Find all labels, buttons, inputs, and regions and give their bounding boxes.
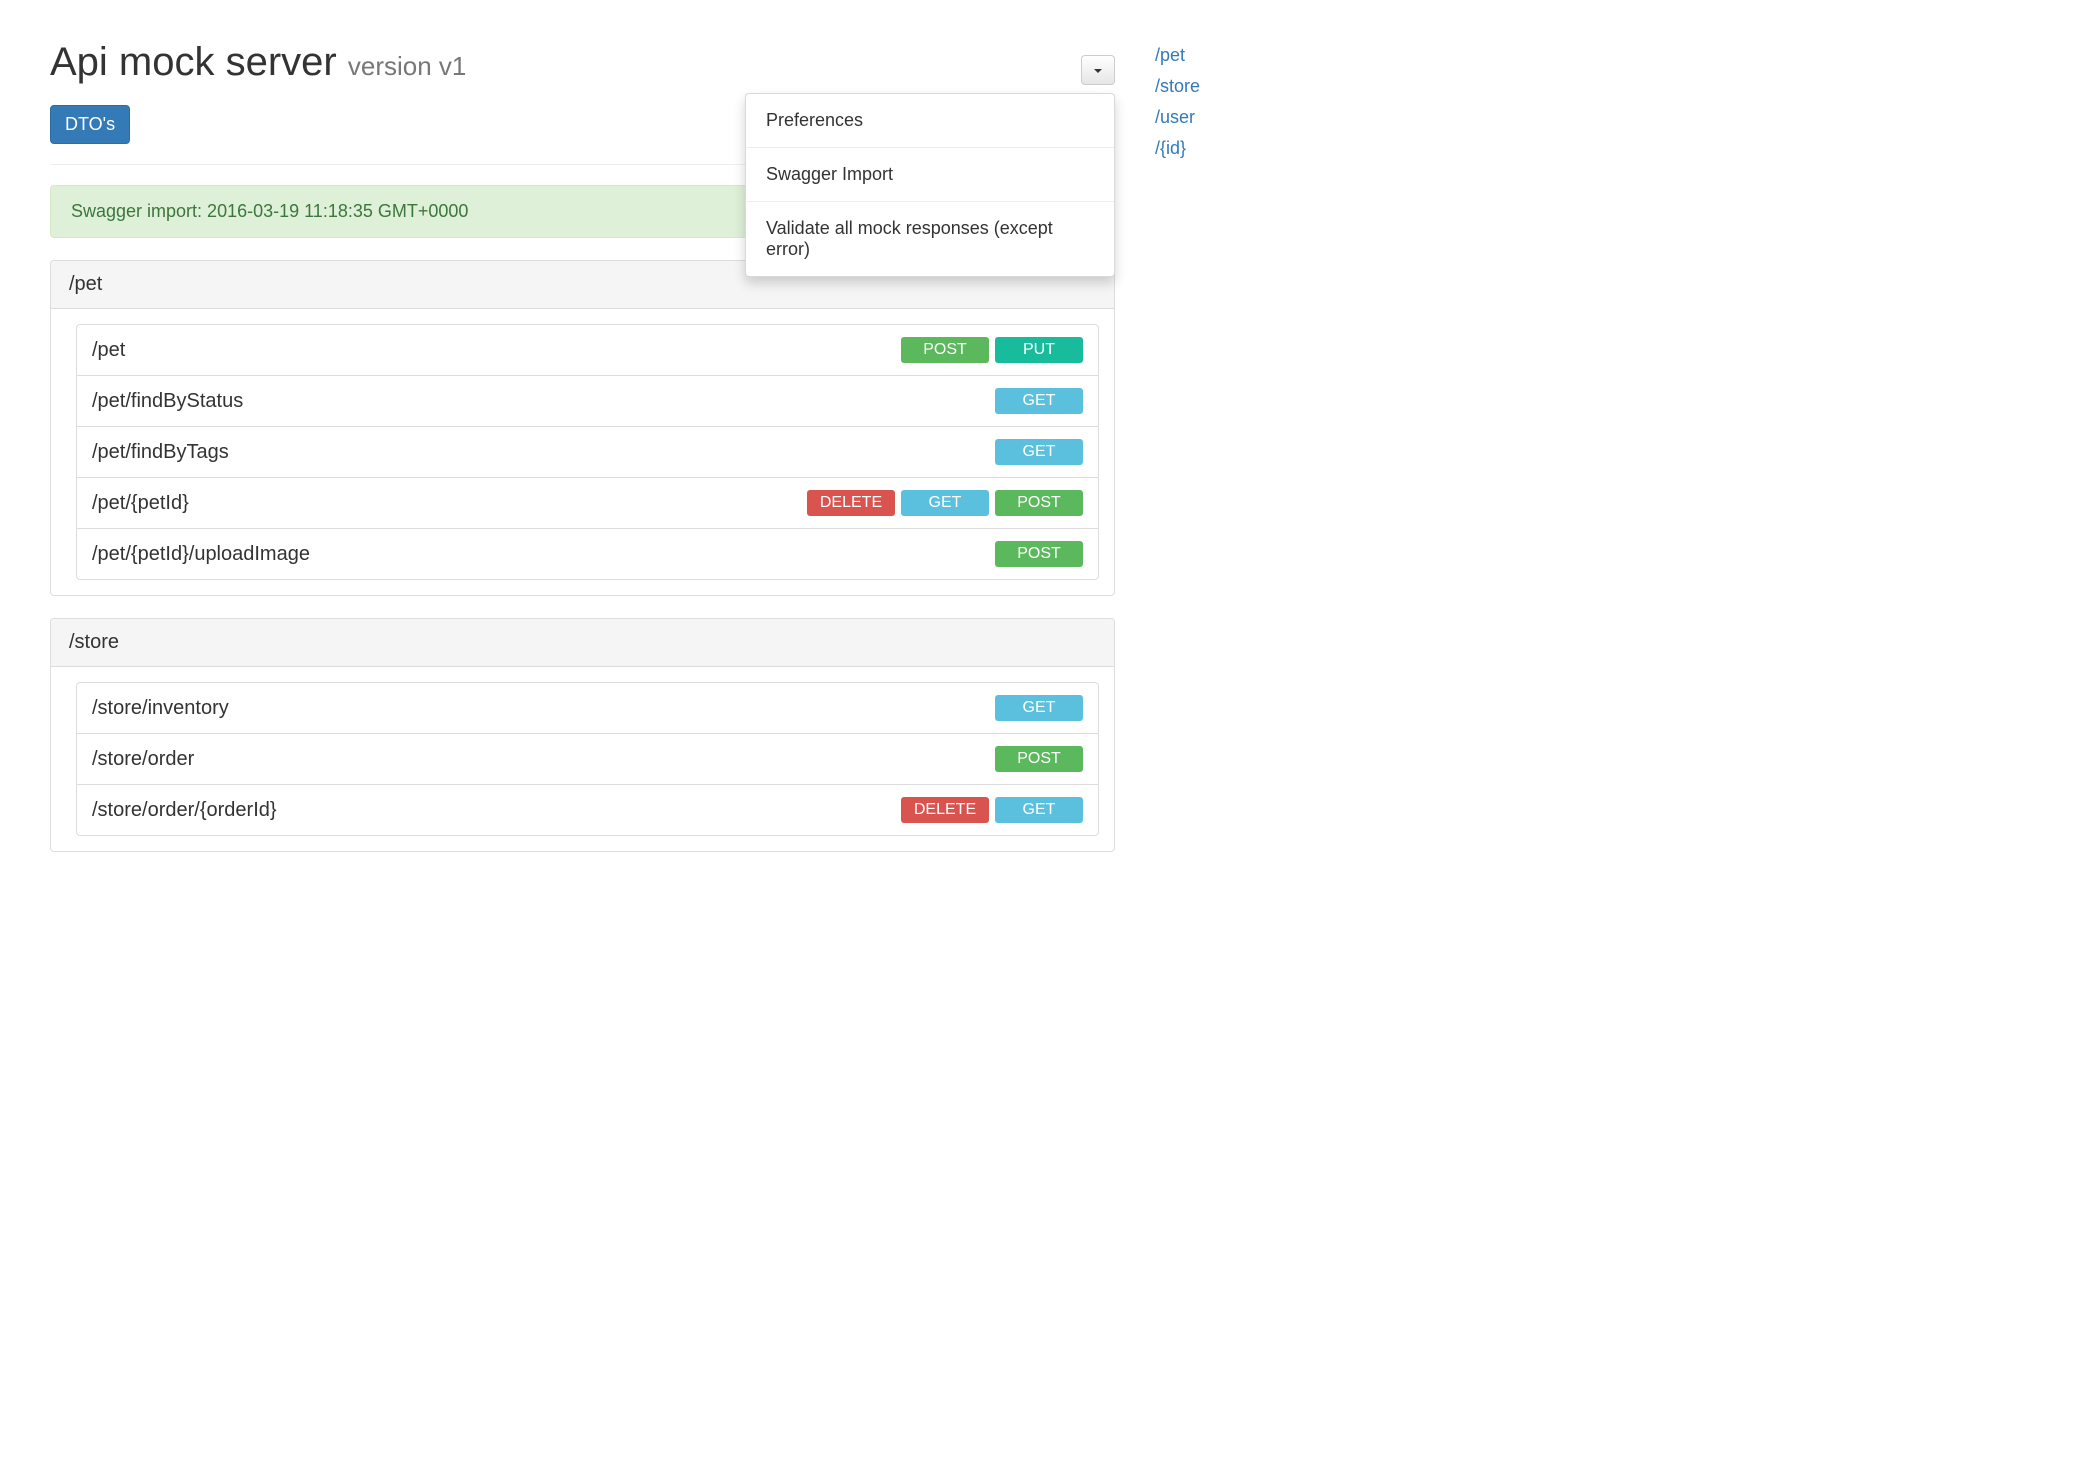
method-badges: GET	[995, 695, 1083, 721]
method-badges: POST	[995, 746, 1083, 772]
method-badges: POSTPUT	[901, 337, 1083, 363]
caret-down-icon	[1094, 69, 1102, 73]
method-badges: GET	[995, 388, 1083, 414]
sidebar-link[interactable]: /{id}	[1155, 138, 1275, 159]
method-badge-get[interactable]: GET	[995, 695, 1083, 721]
route-path[interactable]: /store/order	[92, 748, 194, 771]
route-list: /petPOSTPUT/pet/findByStatusGET/pet/find…	[76, 324, 1099, 580]
title-text: Api mock server	[50, 40, 337, 84]
route-group-panel: /store/store/inventory GET/store/order POS…	[50, 618, 1115, 852]
method-badge-put[interactable]: PUT	[995, 337, 1083, 363]
method-badge-delete[interactable]: DELETE	[901, 797, 989, 823]
route-list: /store/inventory GET/store/order POST/stor…	[76, 682, 1099, 836]
route-path[interactable]: /pet	[92, 339, 125, 362]
route-row: /store/order POST	[77, 734, 1098, 785]
method-badge-post[interactable]: POST	[995, 746, 1083, 772]
route-row: /pet POSTPUT	[77, 325, 1098, 376]
method-badge-get[interactable]: GET	[995, 439, 1083, 465]
method-badge-post[interactable]: POST	[995, 490, 1083, 516]
route-row: /store/order/{orderId} DELETEGET	[77, 785, 1098, 835]
page-title: Api mock server version v1	[50, 40, 466, 85]
route-path[interactable]: /pet/{petId}/uploadImage	[92, 543, 310, 566]
method-badge-delete[interactable]: DELETE	[807, 490, 895, 516]
sidebar-nav: /pet/store/user /{id}	[1115, 20, 1275, 874]
options-dropdown-menu: Preferences Swagger Import Validate all …	[745, 93, 1115, 277]
route-path[interactable]: /pet/{petId}	[92, 492, 189, 515]
method-badges: POST	[995, 541, 1083, 567]
sidebar-link[interactable]: /user	[1155, 107, 1275, 128]
route-path[interactable]: /store/order/{orderId}	[92, 799, 277, 822]
route-path[interactable]: /pet/findByTags	[92, 441, 229, 464]
method-badge-get[interactable]: GET	[901, 490, 989, 516]
route-row: /store/inventory GET	[77, 683, 1098, 734]
page-header: Api mock server version v1 Preferences S…	[50, 40, 1115, 85]
route-row: /pet/findByTags GET	[77, 427, 1098, 478]
method-badge-post[interactable]: POST	[901, 337, 989, 363]
method-badge-post[interactable]: POST	[995, 541, 1083, 567]
menu-item-validate-mocks[interactable]: Validate all mock responses (except erro…	[746, 202, 1114, 276]
route-row: /pet/{petId} DELETEGETPOST	[77, 478, 1098, 529]
route-group-panel: /pet/pet POSTPUT/pet/findByStatus GET/pet/…	[50, 260, 1115, 596]
version-label: version v1	[348, 51, 467, 81]
route-path[interactable]: /store/inventory	[92, 697, 229, 720]
method-badges: GET	[995, 439, 1083, 465]
options-dropdown-toggle[interactable]	[1081, 55, 1115, 85]
route-group-heading[interactable]: /store	[51, 619, 1114, 667]
method-badge-get[interactable]: GET	[995, 797, 1083, 823]
method-badges: DELETEGET	[901, 797, 1083, 823]
method-badges: DELETEGETPOST	[807, 490, 1083, 516]
menu-item-preferences[interactable]: Preferences	[746, 94, 1114, 147]
menu-item-swagger-import[interactable]: Swagger Import	[746, 148, 1114, 201]
dtos-button[interactable]: DTO's	[50, 105, 130, 144]
route-path[interactable]: /pet/findByStatus	[92, 390, 243, 413]
sidebar-link[interactable]: /pet	[1155, 45, 1275, 66]
sidebar-link[interactable]: /store	[1155, 76, 1275, 97]
method-badge-get[interactable]: GET	[995, 388, 1083, 414]
route-row: /pet/findByStatus GET	[77, 376, 1098, 427]
route-row: /pet/{petId}/uploadImage POST	[77, 529, 1098, 579]
